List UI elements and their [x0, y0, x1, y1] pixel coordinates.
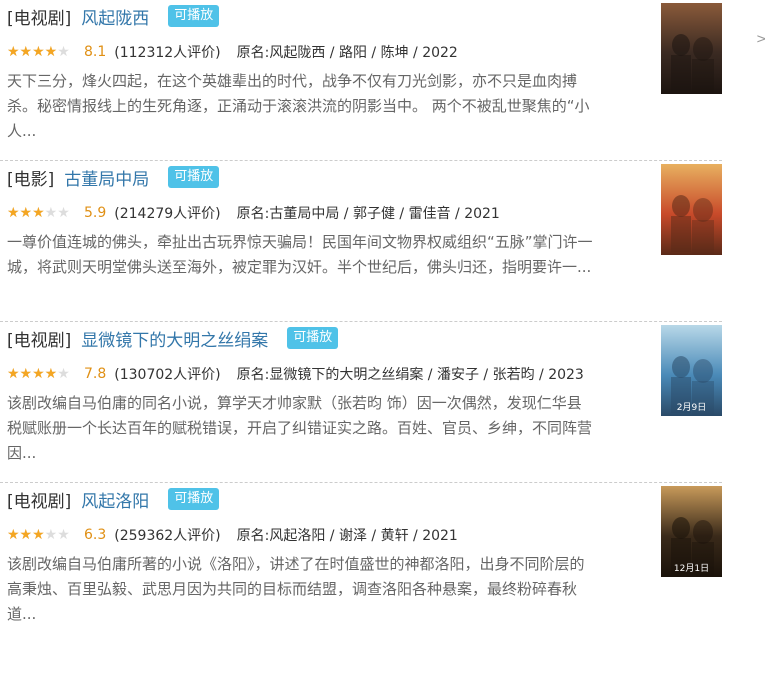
- poster-image[interactable]: [661, 164, 722, 255]
- description-line: 天下三分，烽火四起，在这个英雄辈出的时代，战争不仅有刀光剑影，亦不只是血肉搏: [7, 72, 578, 90]
- title-row: [电视剧] 风起陇西 可播放: [7, 3, 220, 29]
- search-results-list: [电视剧] 风起陇西 可播放 ★★★★★ ★★★★ 8.1 (112312人评价) 原名:风起…: [0, 0, 722, 644]
- description-line: 该剧改编自马伯庸所著的小说《洛阳》，讲述了在时值盛世的神都洛阳，出身不同阶层的: [7, 555, 585, 573]
- playable-badge[interactable]: 可播放: [287, 327, 339, 349]
- poster-date-label: 12月1日: [673, 564, 710, 574]
- review-count: (259362人评价): [114, 528, 221, 544]
- title-row: [电视剧] 风起洛阳 可播放: [7, 486, 220, 512]
- description-line: 杀。秘密情报线上的生死角逐，正涌动于滚滚洪流的阴影当中。 两个不被乱世聚焦的“小: [7, 97, 590, 115]
- star-rating: ★★★★★ ★★★★: [7, 44, 77, 60]
- credits-info: 原名:古董局中局 / 郭子健 / 雷佳音 / 2021: [236, 206, 500, 222]
- review-count: (130702人评价): [114, 367, 221, 383]
- title-row: [电视剧] 显微镜下的大明之丝绢案 可播放: [7, 325, 339, 351]
- next-arrow-icon[interactable]: >: [756, 32, 765, 47]
- description-line: 该剧改编自马伯庸的同名小说，算学天才帅家默（张若昀 饰）因一次偶然，发现仁华县: [7, 394, 582, 412]
- credits-info: 原名:显微镜下的大明之丝绢案 / 潘安子 / 张若昀 / 2023: [236, 367, 584, 383]
- description-line: 道...: [7, 605, 37, 623]
- category-label: [电视剧]: [7, 8, 72, 29]
- star-filled-icons: ★★★★: [7, 366, 58, 382]
- poster-image[interactable]: [661, 3, 722, 94]
- rating-score: 6.3: [84, 527, 107, 543]
- playable-badge[interactable]: 可播放: [168, 488, 220, 510]
- rating-score: 5.9: [84, 205, 107, 221]
- poster-art: [661, 164, 722, 255]
- star-rating: ★★★★★ ★★★★: [7, 366, 77, 382]
- description-line: 税赋账册一个长达百年的赋税错误，开启了纠错证实之路。百姓、官员、乡绅，不同阵营: [7, 419, 593, 437]
- description: 一尊价值连城的佛头，牵扯出古玩界惊天骗局！民国年间文物界权威组织“五脉”掌门许一…: [7, 230, 647, 280]
- result-item: [电视剧] 风起洛阳 可播放 ★★★★★ ★★★ 6.3 (259362人评价) 原名:风起洛…: [0, 483, 722, 644]
- credits-info: 原名:风起陇西 / 路阳 / 陈坤 / 2022: [236, 45, 458, 61]
- title-link[interactable]: 风起陇西: [81, 4, 149, 29]
- description-line: 因...: [7, 444, 37, 462]
- description: 天下三分，烽火四起，在这个英雄辈出的时代，战争不仅有刀光剑影，亦不只是血肉搏 杀。…: [7, 69, 647, 144]
- rating-score: 8.1: [84, 44, 107, 60]
- star-filled-icons: ★★★: [7, 527, 45, 543]
- poster-art: [661, 3, 722, 94]
- category-label: [电视剧]: [7, 491, 72, 512]
- result-item: [电视剧] 显微镜下的大明之丝绢案 可播放 ★★★★★ ★★★★ 7.8 (130702人评…: [0, 322, 722, 483]
- star-rating: ★★★★★ ★★★: [7, 205, 77, 221]
- poster-image[interactable]: 2月9日: [661, 325, 722, 416]
- meta-row: ★★★★★ ★★★★ 7.8 (130702人评价) 原名:显微镜下的大明之丝绢案 / …: [7, 363, 584, 385]
- result-item: [电视剧] 风起陇西 可播放 ★★★★★ ★★★★ 8.1 (112312人评价) 原名:风起…: [0, 0, 722, 161]
- poster-date-label: 2月9日: [676, 403, 707, 413]
- description: 该剧改编自马伯庸所著的小说《洛阳》，讲述了在时值盛世的神都洛阳，出身不同阶层的高…: [7, 552, 647, 627]
- meta-row: ★★★★★ ★★★★ 8.1 (112312人评价) 原名:风起陇西 / 路阳 / 陈坤…: [7, 41, 458, 63]
- star-rating: ★★★★★ ★★★: [7, 527, 77, 543]
- description-line: 一尊价值连城的佛头，牵扯出古玩界惊天骗局！民国年间文物界权威组织“五脉”掌门许一: [7, 233, 593, 251]
- playable-badge[interactable]: 可播放: [168, 166, 220, 188]
- category-label: [电影]: [7, 169, 55, 190]
- meta-row: ★★★★★ ★★★ 5.9 (214279人评价) 原名:古董局中局 / 郭子健 / 雷…: [7, 202, 500, 224]
- meta-row: ★★★★★ ★★★ 6.3 (259362人评价) 原名:风起洛阳 / 谢泽 / 黄轩 …: [7, 524, 458, 546]
- title-link[interactable]: 风起洛阳: [81, 487, 149, 512]
- description: 该剧改编自马伯庸的同名小说，算学天才帅家默（张若昀 饰）因一次偶然，发现仁华县税…: [7, 391, 647, 466]
- review-count: (112312人评价): [114, 45, 221, 61]
- poster-image[interactable]: 12月1日: [661, 486, 722, 577]
- review-count: (214279人评价): [114, 206, 221, 222]
- credits-info: 原名:风起洛阳 / 谢泽 / 黄轩 / 2021: [236, 528, 458, 544]
- title-row: [电影] 古董局中局 可播放: [7, 164, 220, 190]
- star-filled-icons: ★★★★: [7, 44, 58, 60]
- title-link[interactable]: 显微镜下的大明之丝绢案: [81, 326, 268, 351]
- description-line: 高秉烛、百里弘毅、武思月因为共同的目标而结盟，调查洛阳各种悬案，最终粉碎春秋: [7, 580, 578, 598]
- result-item: [电影] 古董局中局 可播放 ★★★★★ ★★★ 5.9 (214279人评价) 原名:古董局…: [0, 161, 722, 322]
- star-filled-icons: ★★★: [7, 205, 45, 221]
- playable-badge[interactable]: 可播放: [168, 5, 220, 27]
- rating-score: 7.8: [84, 366, 107, 382]
- description-line: 人...: [7, 122, 37, 140]
- category-label: [电视剧]: [7, 330, 72, 351]
- description-line: 城，将武则天明堂佛头送至海外，被定罪为汉奸。半个世纪后，佛头归还，指明要许一..…: [7, 258, 592, 276]
- title-link[interactable]: 古董局中局: [64, 165, 149, 190]
